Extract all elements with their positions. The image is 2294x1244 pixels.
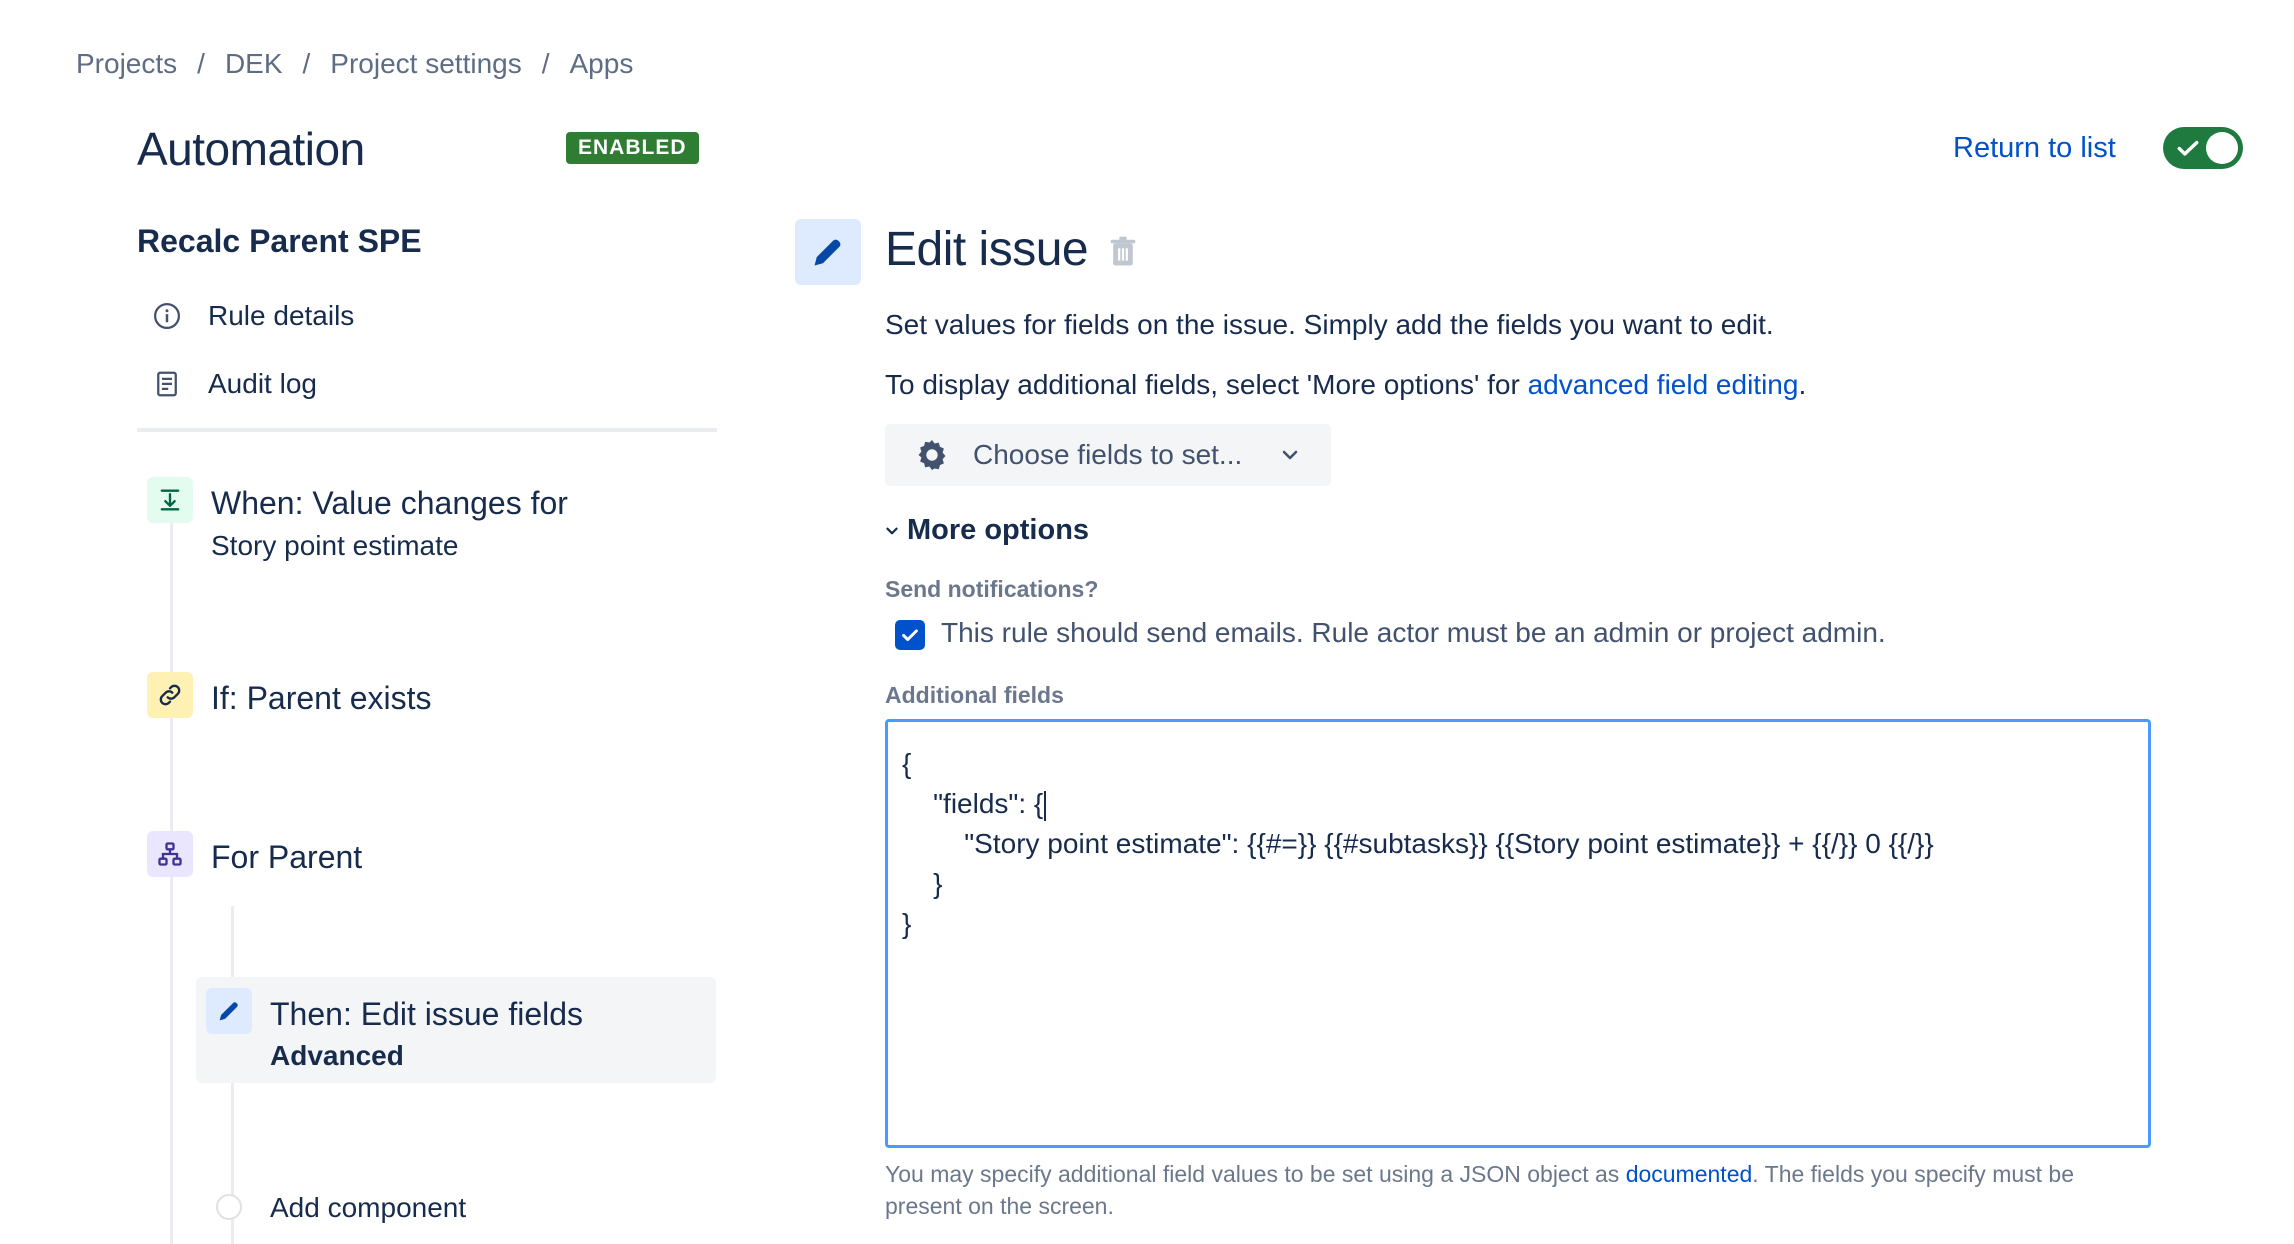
hierarchy-icon xyxy=(158,842,182,866)
json-line: { xyxy=(902,748,912,779)
additional-fields-label: Additional fields xyxy=(885,682,1064,708)
pencil-icon xyxy=(814,239,841,266)
documented-link[interactable]: documented xyxy=(1626,1161,1753,1187)
nav-audit-log[interactable]: Audit log xyxy=(152,364,317,404)
breadcrumb-separator: / xyxy=(541,48,550,79)
json-line-with-caret: "fields": { xyxy=(902,784,2134,824)
step-trigger-subtitle: Story point estimate xyxy=(211,530,459,561)
json-line: } xyxy=(902,868,943,899)
chevron-down-icon xyxy=(1282,450,1298,460)
check-icon xyxy=(902,629,918,642)
choose-fields-label: Choose fields to set... xyxy=(973,439,1243,470)
edit-issue-description: Set values for fields on the issue. Simp… xyxy=(885,309,1774,340)
nav-label: Audit log xyxy=(208,368,317,399)
chevron-down-icon xyxy=(886,527,898,534)
document-icon xyxy=(157,371,177,397)
json-line: } xyxy=(902,908,912,939)
edit-issue-icon xyxy=(795,219,861,285)
step-action-title: Then: Edit issue fields xyxy=(270,996,584,1032)
breadcrumb-apps[interactable]: Apps xyxy=(570,48,634,80)
condition-step-icon xyxy=(147,672,193,718)
add-component-button[interactable]: Add component xyxy=(270,1192,466,1224)
status-badge: ENABLED xyxy=(566,132,699,164)
step-condition-title[interactable]: If: Parent exists xyxy=(211,680,432,717)
hint-suffix: . xyxy=(1798,369,1807,400)
text-caret xyxy=(1044,790,1047,821)
additional-fields-help: You may specify additional field values … xyxy=(885,1158,2145,1222)
step-branch-title[interactable]: For Parent xyxy=(211,839,362,876)
rule-name: Recalc Parent SPE xyxy=(137,223,422,259)
pencil-icon xyxy=(219,1002,238,1021)
breadcrumb-projects[interactable]: Projects xyxy=(76,48,177,80)
nav-label: Rule details xyxy=(208,300,355,331)
trash-icon[interactable] xyxy=(1108,236,1138,268)
more-options-label: More options xyxy=(907,514,1090,546)
link-icon xyxy=(159,684,181,706)
json-line-text: "fields": { xyxy=(902,788,1044,819)
info-icon xyxy=(154,303,180,329)
advanced-field-editing-link[interactable]: advanced field editing xyxy=(1528,369,1799,400)
choose-fields-dropdown[interactable]: Choose fields to set... xyxy=(885,424,1331,486)
step-action-subtitle: Advanced xyxy=(270,1040,404,1071)
send-notifications-text[interactable]: This rule should send emails. Rule actor… xyxy=(941,617,1886,649)
breadcrumb: Projects / DEK / Project settings / Apps xyxy=(76,48,633,80)
nav-rule-details[interactable]: Rule details xyxy=(152,296,354,336)
trigger-step-icon xyxy=(147,477,193,523)
edit-issue-title: Edit issue xyxy=(885,223,1089,276)
sidebar-divider xyxy=(137,428,717,432)
breadcrumb-project-settings[interactable]: Project settings xyxy=(330,48,521,80)
check-icon xyxy=(2177,140,2199,156)
send-notifications-label: Send notifications? xyxy=(885,576,1099,602)
branch-step-icon xyxy=(147,831,193,877)
return-to-list-link[interactable]: Return to list xyxy=(1953,132,2116,165)
trigger-icon xyxy=(160,489,180,511)
breadcrumb-project[interactable]: DEK xyxy=(225,48,283,80)
toggle-knob xyxy=(2206,132,2238,164)
action-step-icon xyxy=(206,988,252,1034)
breadcrumb-separator: / xyxy=(302,48,311,79)
timeline-line xyxy=(170,520,173,1244)
json-line: "Story point estimate": {{#=}} {{#subtas… xyxy=(902,828,1934,859)
gear-icon xyxy=(918,439,946,471)
breadcrumb-separator: / xyxy=(197,48,205,79)
more-options-toggle[interactable]: More options xyxy=(883,514,1089,547)
step-trigger-title[interactable]: When: Value changes for xyxy=(211,485,568,522)
rule-enabled-toggle[interactable] xyxy=(2163,127,2243,169)
additional-fields-textarea[interactable]: { "fields": { "Story point estimate": {{… xyxy=(885,719,2151,1148)
page-title: Automation xyxy=(137,123,365,175)
hint-text: To display additional fields, select 'Mo… xyxy=(885,369,1528,400)
help-text: You may specify additional field values … xyxy=(885,1161,1626,1187)
advanced-fields-hint: To display additional fields, select 'Mo… xyxy=(885,369,1806,401)
send-notifications-checkbox[interactable] xyxy=(895,620,925,650)
add-component-dot[interactable] xyxy=(216,1194,242,1220)
